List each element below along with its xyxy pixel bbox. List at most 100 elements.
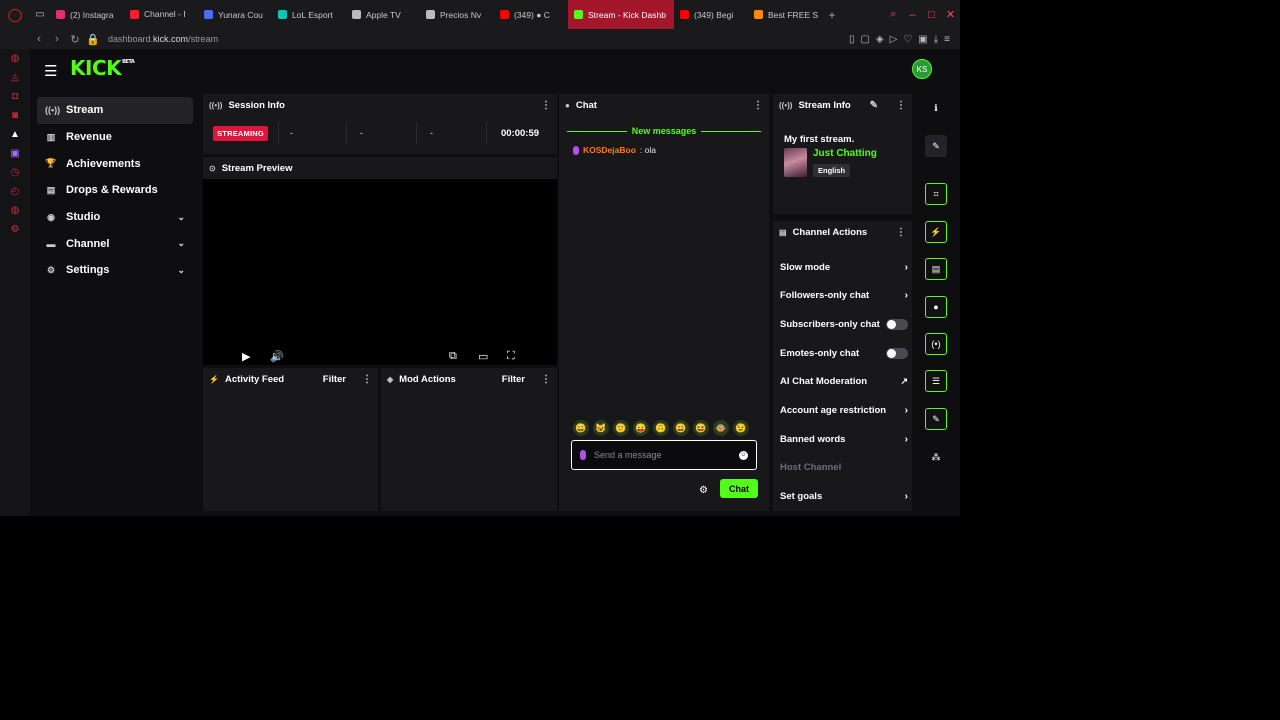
play-icon[interactable]: ▷ [890,34,898,45]
new-tab-button[interactable]: + [822,8,842,22]
snapshot-icon[interactable]: ▢ [860,34,869,45]
forward-icon[interactable]: › [48,33,66,45]
extension-icon[interactable]: ▯ [849,34,855,45]
more-options-icon[interactable]: ⋮ [896,227,906,238]
chevron-right-icon[interactable]: › [905,262,908,273]
sidebar-app-icon[interactable]: ▲ [10,129,20,140]
chevron-down-icon[interactable]: ⌄ [177,238,185,249]
browser-tab[interactable]: Apple TV [346,0,420,29]
info-icon[interactable]: ℹ [925,97,947,119]
nav-item-achievements[interactable]: 🏆 Achievements [37,150,193,177]
chat-input[interactable] [594,450,731,460]
browser-tab[interactable]: LoL Esport [272,0,346,29]
browser-tab[interactable]: Best FREE S [748,0,822,29]
sidebar-app-icon[interactable]: ⚙ [11,224,20,235]
category-thumbnail[interactable] [784,148,807,177]
search-tabs-icon[interactable]: ⌕ [884,8,903,21]
sidebar-app-icon[interactable]: ◷ [11,167,20,178]
action-set-goals[interactable]: Set goals › [780,484,908,510]
emote-icon[interactable]: 😺 [593,420,609,436]
workspaces-icon[interactable]: ▭ [30,0,50,29]
opera-menu-icon[interactable]: ◯ [0,0,30,29]
chat-username[interactable]: KOSDejaBoo [583,145,636,155]
hamburger-menu-icon[interactable]: ☰ [44,62,57,80]
browser-tab[interactable]: (349) ● C [494,0,568,29]
emoji-picker-icon[interactable]: ☺ [739,450,748,460]
more-options-icon[interactable]: ⋮ [541,374,551,385]
category-link[interactable]: Just Chatting [813,148,877,159]
video-player[interactable]: ▶ 🔊 ⧉ ▭ ⛶ [203,179,557,365]
avatar[interactable]: KS [912,59,932,79]
sidebar-app-icon[interactable]: ◘ [12,91,18,102]
close-icon[interactable]: ✕ [941,8,960,21]
chat-settings-gear-icon[interactable]: ⚙ [699,485,708,496]
action-followers-only-chat[interactable]: Followers-only chat › [780,283,908,309]
chevron-right-icon[interactable]: › [905,434,908,445]
nav-item-channel[interactable]: ▬ Channel ⌄ [37,230,193,257]
send-chat-button[interactable]: Chat [720,479,758,498]
browser-tab[interactable]: Stream - Kick Dashb [568,0,674,29]
action-banned-words[interactable]: Banned words › [780,426,908,452]
menu-icon[interactable]: ≡ [944,34,950,45]
reload-icon[interactable]: ↻ [66,33,84,46]
nav-item-drops-rewards[interactable]: ▤ Drops & Rewards [37,177,193,204]
external-link-icon[interactable]: ↗ [900,376,908,387]
stack-icon[interactable]: ☰ [925,370,947,392]
more-options-icon[interactable]: ⋮ [753,100,763,111]
twitch-icon[interactable]: ▣ [10,148,19,159]
kick-logo[interactable]: KICKBETA [70,56,135,80]
shield-icon[interactable]: ◈ [876,34,884,45]
edit-icon[interactable]: ✎ [925,135,947,157]
more-options-icon[interactable]: ⋮ [896,100,906,111]
action-account-age-restriction[interactable]: Account age restriction › [780,398,908,424]
chevron-right-icon[interactable]: › [905,290,908,301]
browser-tab[interactable]: (2) Instagra [50,0,124,29]
chevron-right-icon[interactable]: › [905,405,908,416]
picture-in-picture-icon[interactable]: ⧉ [449,350,457,363]
back-icon[interactable]: ‹ [30,33,48,45]
browser-tab[interactable]: Channel - Ⅰ [124,0,198,29]
sidebar-app-icon[interactable]: ◴ [11,186,20,197]
filter-button[interactable]: Filter [502,374,525,385]
emote-icon[interactable]: 🙂 [613,420,629,436]
broadcast-icon[interactable]: (•) [925,333,947,355]
fullscreen-icon[interactable]: ⛶ [507,350,515,363]
action-subscribers-only-chat[interactable]: Subscribers-only chat [780,311,908,337]
url-field[interactable]: dashboard.kick.com/stream [108,34,218,44]
lightning-icon[interactable]: ⚡ [925,221,947,243]
nav-item-studio[interactable]: ◉ Studio ⌄ [37,204,193,231]
emote-icon[interactable]: 😆 [693,420,709,436]
download-icon[interactable]: ⤓ [934,34,938,45]
theater-mode-icon[interactable]: ▭ [478,350,488,363]
play-icon[interactable]: ▶ [242,350,250,363]
chat-input-box[interactable]: ☺ [571,440,757,470]
more-options-icon[interactable]: ⋮ [362,374,372,385]
action-slow-mode[interactable]: Slow mode › [780,254,908,280]
filter-button[interactable]: Filter [323,374,346,385]
sidebar-app-icon[interactable]: ◍ [11,53,20,64]
wallet-icon[interactable]: ▣ [918,34,927,45]
sidebar-app-icon[interactable]: ◙ [12,110,18,121]
edit-icon[interactable]: ✎ [870,100,878,111]
emote-icon[interactable]: 🙃 [653,420,669,436]
screenshot-icon[interactable]: ⌗ [925,183,947,205]
toggle-switch[interactable] [886,318,908,330]
emote-icon[interactable]: 😀 [573,420,589,436]
maximize-icon[interactable]: □ [922,9,941,21]
chevron-down-icon[interactable]: ⌄ [177,265,185,276]
nav-item-settings[interactable]: ⚙ Settings ⌄ [37,257,193,284]
chat-bubble-icon[interactable]: ● [925,296,947,318]
emote-icon[interactable]: 😛 [633,420,649,436]
browser-tab[interactable]: Precios Nv [420,0,494,29]
sidebar-app-icon[interactable]: ◍ [11,205,20,216]
nav-item-stream[interactable]: ((•)) Stream [37,97,193,124]
heart-icon[interactable]: ♡ [903,34,912,45]
browser-tab[interactable]: Yunara Cou [198,0,272,29]
document-icon[interactable]: ▤ [925,258,947,280]
nodes-icon[interactable]: ⁂ [925,446,947,468]
wrench-icon[interactable]: ✎ [925,408,947,430]
emote-icon[interactable]: 🐵 [713,420,729,436]
more-options-icon[interactable]: ⋮ [541,100,551,111]
action-emotes-only-chat[interactable]: Emotes-only chat [780,340,908,366]
chevron-right-icon[interactable]: › [905,491,908,502]
